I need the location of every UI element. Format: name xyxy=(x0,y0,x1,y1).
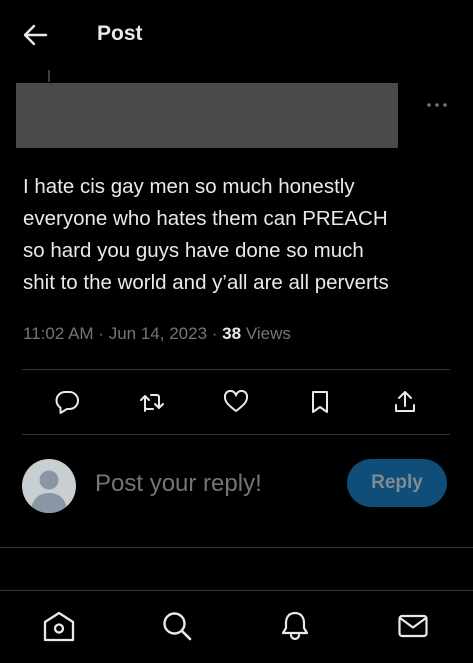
bell-icon xyxy=(281,611,309,641)
repost-icon xyxy=(140,394,164,412)
back-button[interactable] xyxy=(20,22,50,48)
thread-line xyxy=(48,70,50,82)
arrow-left-icon xyxy=(23,24,48,46)
reply-input[interactable] xyxy=(95,467,335,501)
post-text: I hate cis gay men so much honestly ever… xyxy=(23,175,389,294)
reply-composer: Reply xyxy=(0,455,473,515)
nav-search[interactable] xyxy=(160,609,194,643)
meta-separator: · xyxy=(98,324,104,343)
comment-icon xyxy=(55,391,79,414)
divider xyxy=(22,369,450,370)
share-action[interactable] xyxy=(391,388,419,416)
search-icon xyxy=(163,612,192,641)
mail-icon xyxy=(398,614,428,638)
divider xyxy=(0,547,473,548)
share-icon xyxy=(395,391,415,412)
repost-action[interactable] xyxy=(138,388,166,416)
views-count[interactable]: 38 xyxy=(222,324,241,343)
more-horizontal-icon xyxy=(427,103,447,107)
bookmark-icon xyxy=(312,391,328,413)
home-icon xyxy=(43,611,75,642)
default-avatar-icon xyxy=(31,470,67,513)
views-label[interactable]: Views xyxy=(246,324,291,343)
bottom-nav xyxy=(0,590,473,663)
nav-notifications[interactable] xyxy=(278,609,312,643)
heart-icon xyxy=(223,389,249,412)
avatar[interactable] xyxy=(22,459,76,513)
divider xyxy=(22,434,450,435)
author-info-redacted xyxy=(16,83,398,148)
post-meta: 11:02 AM · Jun 14, 2023 · 38 Views xyxy=(23,324,291,344)
more-options-button[interactable] xyxy=(426,98,448,112)
reply-button[interactable]: Reply xyxy=(347,459,447,507)
page-title: Post xyxy=(97,22,143,45)
like-action[interactable] xyxy=(222,388,250,416)
meta-separator: · xyxy=(211,324,218,343)
post-time[interactable]: 11:02 AM xyxy=(23,324,94,343)
bookmark-action[interactable] xyxy=(306,388,334,416)
reply-action[interactable] xyxy=(53,388,81,416)
top-bar: Post xyxy=(0,0,473,70)
action-bar xyxy=(0,384,473,420)
post-date[interactable]: Jun 14, 2023 xyxy=(109,324,207,343)
nav-messages[interactable] xyxy=(396,609,430,643)
nav-home[interactable] xyxy=(42,609,76,643)
